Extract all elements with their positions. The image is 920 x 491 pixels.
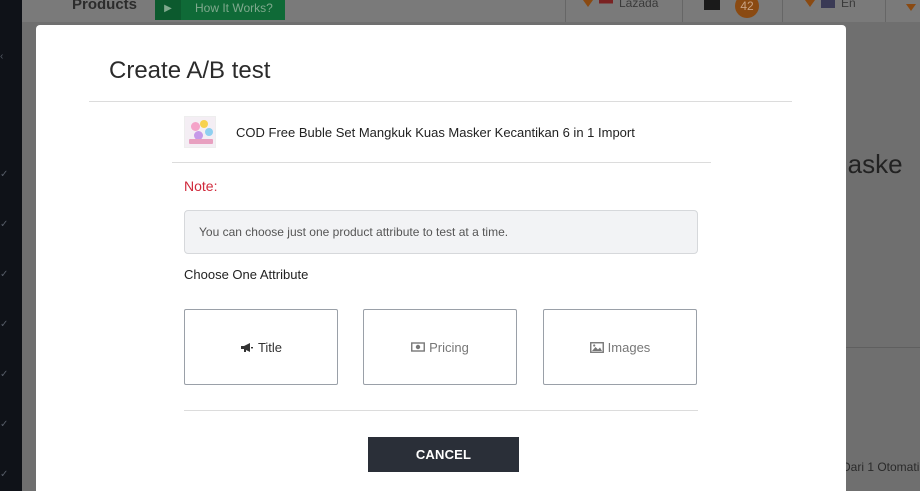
modal-title: Create A/B test	[109, 57, 271, 84]
choose-attribute-label: Choose One Attribute	[184, 267, 309, 282]
attribute-images-label: Images	[607, 339, 651, 355]
divider	[184, 410, 698, 411]
attribute-title-button[interactable]: Title	[184, 309, 338, 385]
how-it-works-button[interactable]: ▶ How It Works?	[155, 0, 285, 20]
mail-icon[interactable]	[704, 0, 720, 10]
product-row: COD Free Buble Set Mangkuk Kuas Masker K…	[172, 102, 711, 163]
attribute-images-button[interactable]: Images	[543, 309, 697, 385]
indonesia-flag-icon	[599, 0, 613, 8]
create-ab-test-modal: Create A/B test COD Free Buble Set Mangk…	[36, 25, 846, 491]
money-icon	[411, 342, 426, 352]
check-icon: ✓	[0, 219, 9, 230]
product-thumbnail	[184, 116, 216, 148]
note-message: You can choose just one product attribut…	[184, 210, 698, 254]
pagination-text: Dari 1 Otomati	[842, 460, 920, 474]
product-name: COD Free Buble Set Mangkuk Kuas Masker K…	[236, 124, 635, 140]
check-icon: ✓	[0, 169, 9, 180]
caret-down-icon	[583, 0, 593, 7]
nav-title: Products	[72, 0, 138, 13]
sidebar: ‹ ✓ ✓ ✓ ✓ ✓ ✓ ✓	[0, 0, 22, 491]
chevron-icon: ‹	[0, 51, 4, 62]
check-icon: ✓	[0, 469, 9, 480]
cancel-button[interactable]: CANCEL	[368, 437, 519, 472]
divider	[782, 0, 783, 22]
caret-down-icon[interactable]	[906, 4, 916, 11]
divider	[565, 0, 566, 22]
marketplace-label: Lazada	[619, 0, 659, 10]
megaphone-icon	[240, 342, 253, 352]
divider	[846, 347, 920, 348]
image-icon	[589, 341, 604, 353]
note-label: Note:	[184, 178, 218, 194]
divider	[682, 0, 683, 22]
check-icon: ✓	[0, 269, 9, 280]
check-icon: ✓	[0, 419, 9, 430]
how-it-works-label: How It Works?	[195, 1, 273, 15]
check-icon: ✓	[0, 319, 9, 330]
check-icon: ✓	[0, 369, 9, 380]
language-selector[interactable]: En	[805, 0, 856, 10]
attribute-pricing-label: Pricing	[429, 339, 469, 355]
us-flag-icon	[821, 0, 835, 8]
language-label: En	[841, 0, 856, 10]
marketplace-selector[interactable]: Lazada	[583, 0, 658, 10]
attribute-pricing-button[interactable]: Pricing	[363, 309, 517, 385]
play-icon: ▶	[155, 0, 181, 20]
caret-down-icon	[805, 0, 815, 7]
attribute-title-label: Title	[257, 339, 283, 355]
divider	[885, 0, 886, 22]
